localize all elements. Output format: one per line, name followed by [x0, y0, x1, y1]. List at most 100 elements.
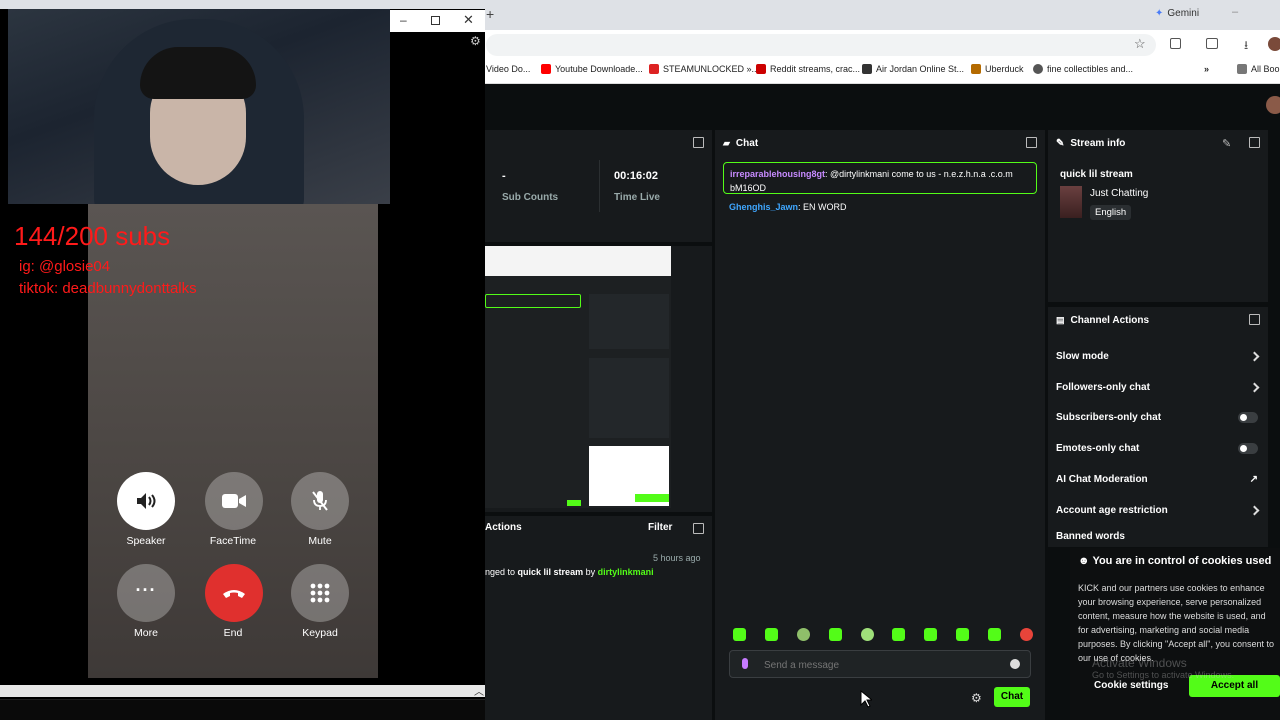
- ai-chat-moderation-row[interactable]: AI Chat Moderation ↗: [1056, 469, 1258, 489]
- expand-icon[interactable]: [1026, 137, 1037, 148]
- person-hair: [140, 47, 256, 99]
- message-input-box[interactable]: [729, 650, 1031, 678]
- speaker-button[interactable]: [117, 472, 175, 530]
- tiktok-overlay-text: tiktok: deadbunnydonttalks: [19, 280, 197, 297]
- steamunlocked-icon: [649, 64, 659, 74]
- subs-overlay-text: 144/200 subs: [14, 221, 171, 251]
- facetime-button[interactable]: [205, 472, 263, 530]
- expand-icon[interactable]: [1249, 314, 1260, 325]
- keypad-label: Keypad: [302, 627, 338, 639]
- gemini-button[interactable]: ✦ Gemini: [1155, 8, 1199, 19]
- sliders-icon: ▤: [1056, 314, 1065, 325]
- more-button[interactable]: ···: [117, 564, 175, 622]
- minimize-browser-icon[interactable]: –: [1232, 6, 1238, 18]
- chevron-right-icon: [1249, 505, 1260, 515]
- emote-icon[interactable]: [733, 628, 746, 641]
- chat-username[interactable]: irreparablehousing8gt: [730, 169, 825, 179]
- gemini-icon: ✦: [1155, 8, 1164, 19]
- close-window-icon[interactable]: ✕: [463, 12, 474, 28]
- pencil-icon: ✎: [1056, 137, 1065, 149]
- bookmark-star-icon[interactable]: ☆: [1134, 36, 1146, 52]
- end-call-icon: [223, 590, 245, 598]
- cookie-body: KICK and our partners use cookies to enh…: [1078, 583, 1274, 661]
- bookmark-youtube-downloader[interactable]: Youtube Downloade...: [541, 64, 643, 74]
- video-camera-icon: [222, 494, 246, 508]
- banned-words-row[interactable]: Banned words: [1056, 531, 1258, 541]
- expand-icon[interactable]: [693, 137, 704, 148]
- end-call-button[interactable]: [205, 564, 263, 622]
- tab-search-icon[interactable]: [1206, 38, 1218, 49]
- bookmark-fine-collectibles[interactable]: fine collectibles and...: [1033, 64, 1133, 74]
- minimize-window-icon[interactable]: –: [400, 13, 407, 27]
- actions-title: Actions: [485, 522, 522, 533]
- mute-button[interactable]: [291, 472, 349, 530]
- mute-label: Mute: [308, 535, 332, 547]
- emote-icon[interactable]: [764, 628, 778, 641]
- emote-icon[interactable]: [892, 628, 906, 641]
- extensions-icon[interactable]: [1170, 38, 1181, 49]
- emotes-only-row: Emotes-only chat: [1056, 438, 1258, 458]
- bookmark-steamunlocked[interactable]: STEAMUNLOCKED »...: [649, 64, 759, 74]
- account-age-row[interactable]: Account age restriction: [1056, 500, 1260, 520]
- emote-icon[interactable]: [860, 628, 874, 641]
- chat-send-button[interactable]: Chat: [994, 687, 1030, 707]
- chevron-right-icon: [1249, 382, 1260, 392]
- emote-icon[interactable]: [924, 628, 938, 641]
- chat-settings-gear-icon[interactable]: ⚙: [971, 691, 982, 705]
- more-label: More: [134, 627, 158, 639]
- slow-mode-row[interactable]: Slow mode: [1056, 346, 1260, 366]
- sub-count-label: Sub Counts: [502, 192, 559, 203]
- emote-icon[interactable]: [1019, 628, 1033, 641]
- chat-header: ▰ Chat: [715, 130, 1045, 156]
- stream-title: quick lil stream: [1060, 169, 1133, 180]
- category-name[interactable]: Just Chatting: [1090, 188, 1148, 199]
- bookmarks-overflow-icon[interactable]: »: [1204, 64, 1209, 74]
- emote-icon[interactable]: [956, 628, 970, 641]
- subscribers-only-toggle[interactable]: [1238, 411, 1258, 423]
- settings-gear-icon[interactable]: ⚙: [470, 34, 481, 48]
- followers-only-row[interactable]: Followers-only chat: [1056, 377, 1260, 397]
- emote-icon[interactable]: [796, 628, 810, 641]
- gemini-label: Gemini: [1167, 8, 1200, 19]
- action-item: nged to quick lil stream by dirtylinkman…: [485, 567, 654, 577]
- filter-button[interactable]: Filter: [648, 522, 672, 533]
- folder-icon: [1237, 64, 1247, 74]
- collapse-up-icon[interactable]: ︿: [474, 683, 484, 698]
- speaker-icon: [137, 493, 156, 509]
- cookie-title: ☻ You are in control of cookies used: [1078, 555, 1272, 567]
- chat-icon: ▰: [723, 137, 730, 148]
- maximize-window-icon[interactable]: [431, 16, 440, 25]
- downloads-icon[interactable]: ⭳: [1244, 36, 1248, 57]
- emote-icon[interactable]: [828, 628, 842, 641]
- expand-icon[interactable]: [1249, 137, 1260, 148]
- new-tab-button[interactable]: +: [486, 6, 494, 22]
- emoji-icon[interactable]: [1010, 659, 1020, 669]
- bookmark-video-downloader[interactable]: Video Do...: [486, 64, 530, 74]
- user-avatar[interactable]: [1266, 96, 1280, 114]
- keypad-button[interactable]: [291, 564, 349, 622]
- message-input[interactable]: [764, 657, 994, 673]
- edit-icon[interactable]: ✎: [1222, 137, 1231, 150]
- all-bookmarks[interactable]: All Boo: [1237, 64, 1280, 74]
- emote-bar: [733, 628, 1033, 644]
- bookmark-reddit-streams[interactable]: Reddit streams, crac...: [756, 64, 860, 74]
- profile-avatar[interactable]: [1268, 37, 1280, 51]
- external-link-icon: ↗: [1249, 473, 1258, 485]
- emote-icon[interactable]: [988, 628, 1001, 641]
- channel-actions-panel: ▤ Channel Actions Slow mode Followers-on…: [1048, 307, 1268, 547]
- emotes-only-toggle[interactable]: [1238, 442, 1258, 454]
- bookmark-air-jordan[interactable]: Air Jordan Online St...: [862, 64, 964, 74]
- channel-actions-title: Channel Actions: [1070, 314, 1150, 326]
- cookie-consent-dialog: ☻ You are in control of cookies used KIC…: [1070, 548, 1280, 720]
- bookmark-uberduck[interactable]: Uberduck: [971, 64, 1024, 74]
- expand-icon[interactable]: [693, 523, 704, 534]
- microphone-icon[interactable]: [742, 658, 748, 669]
- address-bar[interactable]: [486, 34, 1156, 56]
- facetime-titlebar: – ✕: [390, 10, 485, 32]
- cookie-settings-button[interactable]: Cookie settings: [1094, 680, 1168, 691]
- self-view-video: [8, 9, 390, 204]
- language-badge: English: [1090, 205, 1132, 220]
- channel-actions-header: ▤ Channel Actions: [1048, 307, 1268, 333]
- chat-username[interactable]: Ghenghis_Jawn: [729, 202, 798, 212]
- speaker-label: Speaker: [126, 535, 166, 547]
